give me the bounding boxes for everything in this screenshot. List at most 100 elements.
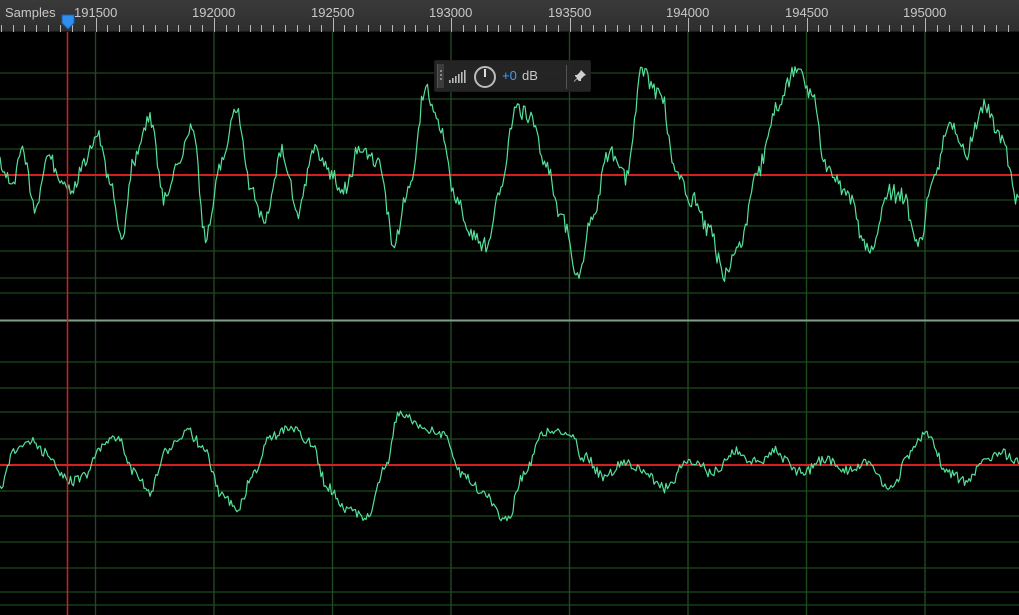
- ruler-minor-tick: [1, 25, 2, 32]
- ruler-minor-tick: [368, 25, 369, 32]
- ruler-minor-tick: [439, 25, 440, 32]
- ruler-minor-tick: [487, 25, 488, 32]
- ruler-minor-tick: [178, 25, 179, 32]
- ruler-minor-tick: [415, 25, 416, 32]
- ruler-minor-tick: [510, 25, 511, 32]
- ruler-minor-tick: [261, 25, 262, 32]
- ruler-major-tick: [925, 18, 926, 32]
- ruler-minor-tick: [664, 25, 665, 32]
- waveform-editor: Samples 191500 192000 192500 193000 193500 19…: [0, 0, 1019, 615]
- drag-grip-icon[interactable]: [437, 64, 445, 88]
- ruler-minor-tick: [404, 25, 405, 32]
- playhead-marker-icon[interactable]: [61, 14, 75, 30]
- ruler-minor-tick: [593, 25, 594, 32]
- ruler-minor-tick: [581, 25, 582, 32]
- ruler-minor-tick: [36, 25, 37, 32]
- hud-separator: [566, 65, 567, 89]
- ruler-major-tick: [96, 18, 97, 32]
- ruler-minor-tick: [155, 25, 156, 32]
- ruler-minor-tick: [984, 25, 985, 32]
- pin-icon[interactable]: [573, 69, 587, 83]
- ruler-minor-tick: [605, 25, 606, 32]
- ruler-minor-tick: [356, 25, 357, 32]
- ruler-label: 194500: [785, 5, 829, 20]
- ruler-minor-tick: [558, 25, 559, 32]
- ruler-major-tick: [688, 18, 689, 32]
- ruler-minor-tick: [24, 25, 25, 32]
- ruler-minor-tick: [202, 25, 203, 32]
- ruler-label: 193500: [548, 5, 592, 20]
- gain-value[interactable]: +0: [502, 68, 517, 84]
- ruler-minor-tick: [13, 25, 14, 32]
- ruler-minor-tick: [273, 25, 274, 32]
- ruler-minor-tick: [475, 25, 476, 32]
- ruler-minor-tick: [854, 25, 855, 32]
- ruler-minor-tick: [759, 25, 760, 32]
- ruler-minor-tick: [878, 25, 879, 32]
- grid-lines: [0, 32, 1019, 615]
- ruler-minor-tick: [546, 25, 547, 32]
- ruler-minor-tick: [771, 25, 772, 32]
- ruler-minor-tick: [866, 25, 867, 32]
- ruler-minor-tick: [1008, 25, 1009, 32]
- ruler-minor-tick: [700, 25, 701, 32]
- ruler-minor-tick: [167, 25, 168, 32]
- ruler-minor-tick: [119, 25, 120, 32]
- ruler-minor-tick: [972, 25, 973, 32]
- ruler-minor-tick: [498, 25, 499, 32]
- ruler-major-tick: [570, 18, 571, 32]
- ruler-minor-tick: [309, 25, 310, 32]
- ruler-minor-tick: [427, 25, 428, 32]
- ruler-minor-tick: [380, 25, 381, 32]
- ruler-minor-tick: [84, 25, 85, 32]
- ruler-minor-tick: [830, 25, 831, 32]
- volume-knob-icon[interactable]: [473, 65, 497, 89]
- ruler-minor-tick: [238, 25, 239, 32]
- level-meter-icon: [449, 70, 466, 83]
- ruler-minor-tick: [913, 25, 914, 32]
- ruler-minor-tick: [534, 25, 535, 32]
- ruler-minor-tick: [652, 25, 653, 32]
- ruler-minor-tick: [143, 25, 144, 32]
- ruler-major-tick: [807, 18, 808, 32]
- ruler-minor-tick: [795, 25, 796, 32]
- ruler-minor-tick: [747, 25, 748, 32]
- ruler-minor-tick: [889, 25, 890, 32]
- ruler-minor-tick: [48, 25, 49, 32]
- ruler-major-tick: [214, 18, 215, 32]
- ruler-label: 192000: [192, 5, 236, 20]
- ruler-minor-tick: [522, 25, 523, 32]
- timeline-ruler[interactable]: Samples 191500 192000 192500 193000 193500 19…: [0, 0, 1019, 32]
- ruler-label: 194000: [666, 5, 710, 20]
- ruler-minor-tick: [818, 25, 819, 32]
- ruler-minor-tick: [724, 25, 725, 32]
- ruler-minor-tick: [285, 25, 286, 32]
- ruler-minor-tick: [937, 25, 938, 32]
- ruler-minor-tick: [250, 25, 251, 32]
- ruler-minor-tick: [996, 25, 997, 32]
- ruler-minor-tick: [783, 25, 784, 32]
- ruler-label: 191500: [74, 5, 118, 20]
- waveform-view[interactable]: [0, 32, 1019, 615]
- ruler-minor-tick: [463, 25, 464, 32]
- ruler-minor-tick: [842, 25, 843, 32]
- ruler-minor-tick: [676, 25, 677, 32]
- ruler-label: 195000: [903, 5, 947, 20]
- ruler-minor-tick: [629, 25, 630, 32]
- ruler-minor-tick: [641, 25, 642, 32]
- ruler-minor-tick: [131, 25, 132, 32]
- ruler-label: 192500: [311, 5, 355, 20]
- ruler-minor-tick: [392, 25, 393, 32]
- ruler-minor-tick: [321, 25, 322, 32]
- ruler-minor-tick: [226, 25, 227, 32]
- ruler-minor-tick: [297, 25, 298, 32]
- ruler-major-tick: [451, 18, 452, 32]
- ruler-minor-tick: [344, 25, 345, 32]
- ruler-minor-tick: [961, 25, 962, 32]
- ruler-minor-tick: [617, 25, 618, 32]
- ruler-minor-tick: [949, 25, 950, 32]
- gain-hud[interactable]: +0 dB: [434, 60, 591, 92]
- ruler-unit-label: Samples: [5, 5, 56, 20]
- ruler-minor-tick: [712, 25, 713, 32]
- ruler-minor-tick: [107, 25, 108, 32]
